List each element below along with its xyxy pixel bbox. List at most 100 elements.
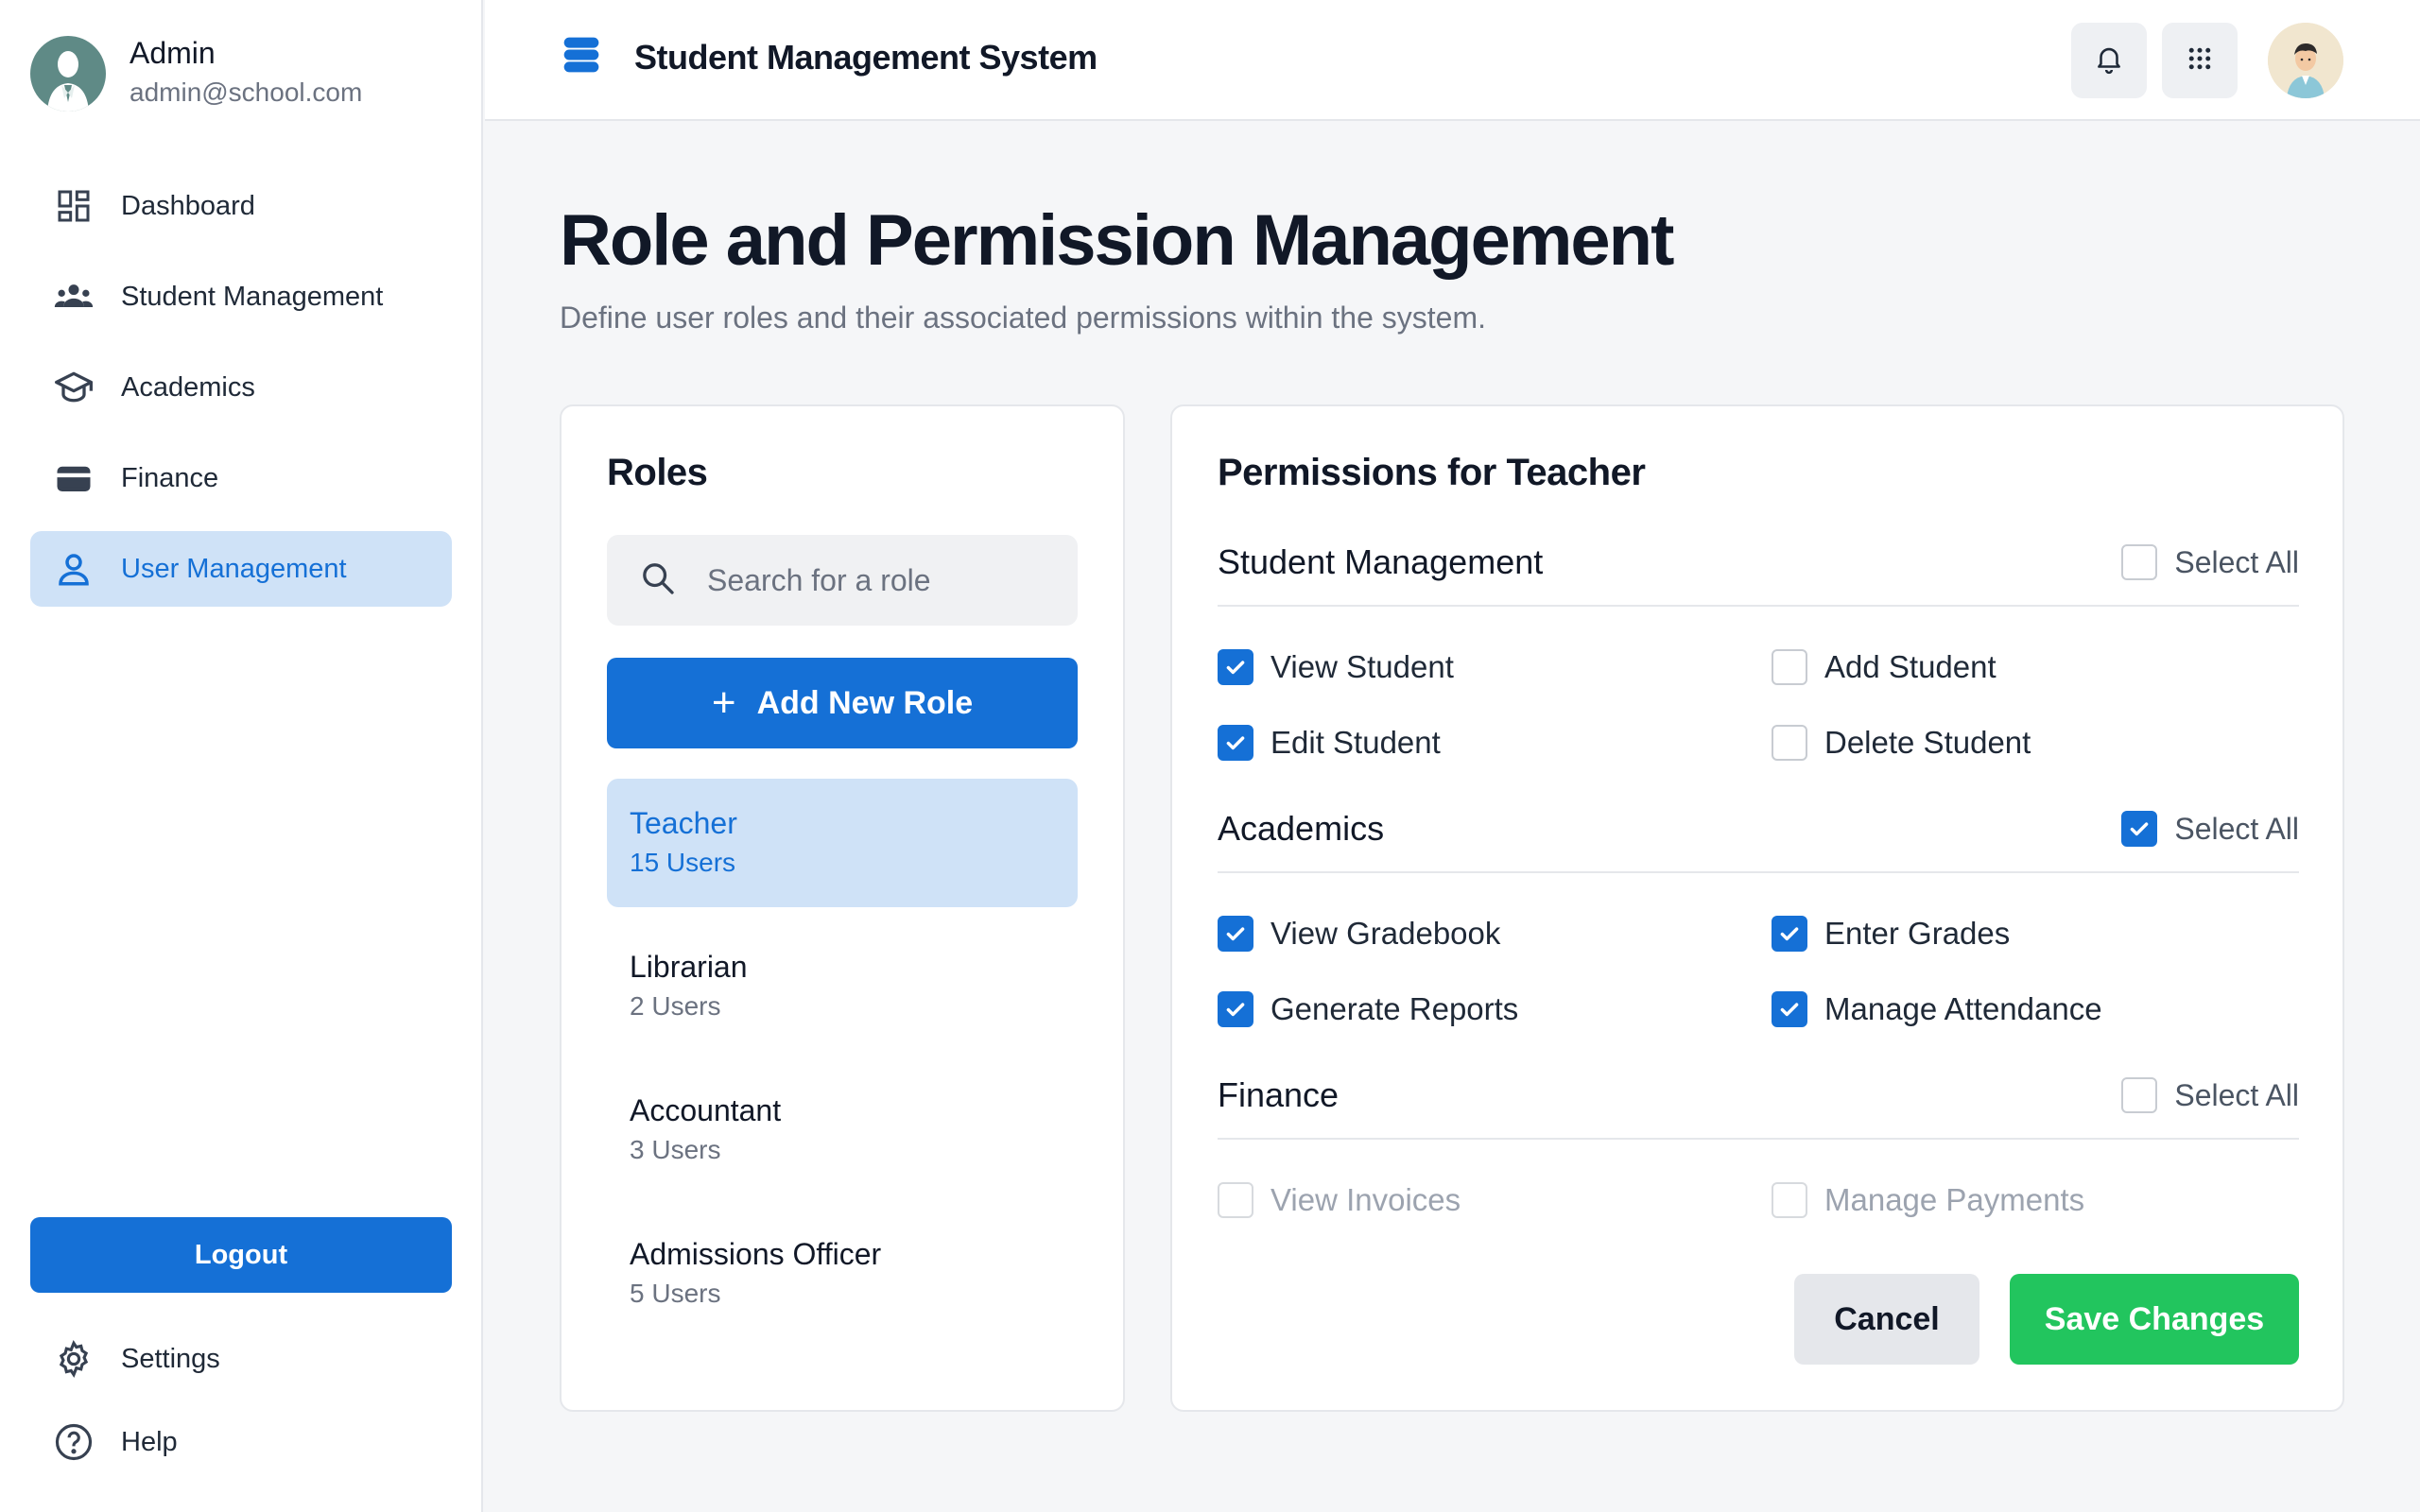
sidebar-item-academics[interactable]: Academics [30,350,452,425]
role-item-admissions-officer[interactable]: Admissions Officer 5 Users [607,1210,1078,1338]
user-name: Admin [130,36,216,70]
permissions-panel: Permissions for Teacher Student Manageme… [1170,404,2344,1412]
sidebar: Admin admin@school.com Dashboard Student… [0,0,483,1512]
sidebar-bottom-nav: Settings Help [30,1325,452,1491]
role-user-count: 2 Users [630,991,721,1021]
user-icon [53,548,95,590]
permission-edit-student[interactable]: Edit Student [1218,705,1772,781]
permission-section-finance: Finance Select All View Invoices Manage … [1218,1053,2299,1238]
sidebar-item-label: Help [121,1426,178,1457]
cancel-button[interactable]: Cancel [1794,1274,1979,1365]
sidebar-nav: Dashboard Student Management Academics F… [30,168,452,622]
permission-label: Manage Payments [1824,1182,2085,1217]
brand: Student Management System [561,34,1098,80]
notifications-button[interactable] [2071,23,2147,98]
app-title: Student Management System [634,37,1098,77]
header-avatar[interactable] [2268,23,2343,98]
apps-button[interactable] [2162,23,2238,98]
search-icon [639,559,677,602]
avatar [30,36,106,112]
top-header: Student Management System [485,0,2420,121]
permission-label: Edit Student [1270,725,1441,760]
permission-section-academics: Academics Select All View Gradebook Ente… [1218,786,2299,1047]
sidebar-item-help[interactable]: Help [30,1408,452,1476]
checkbox-checked[interactable] [1218,725,1253,761]
checkbox-checked[interactable] [1218,916,1253,952]
sidebar-item-label: Finance [121,462,219,493]
role-user-count: 3 Users [630,1135,721,1164]
permission-enter-grades[interactable]: Enter Grades [1772,896,2299,971]
select-all-checkbox[interactable]: Select All [2121,544,2299,580]
permission-label: Add Student [1824,649,1996,684]
select-all-checkbox[interactable]: Select All [2121,811,2299,847]
permission-label: View Invoices [1270,1182,1461,1217]
section-title: Finance [1218,1075,1340,1114]
permission-view-invoices[interactable]: View Invoices [1218,1162,1772,1238]
role-item-teacher[interactable]: Teacher 15 Users [607,779,1078,907]
add-role-button[interactable]: + Add New Role [607,658,1078,748]
section-title: Academics [1218,809,1385,848]
logout-button[interactable]: Logout [30,1217,452,1293]
permission-manage-attendance[interactable]: Manage Attendance [1772,971,2299,1047]
role-search [607,535,1078,626]
sidebar-item-settings[interactable]: Settings [30,1325,452,1393]
role-list: Teacher 15 Users Librarian 2 Users Accou… [607,779,1078,1353]
users-icon [53,276,95,318]
permission-generate-reports[interactable]: Generate Reports [1218,971,1772,1047]
checkbox-disabled[interactable] [1218,1182,1253,1218]
permission-add-student[interactable]: Add Student [1772,629,2299,705]
role-user-count: 5 Users [630,1279,721,1308]
save-changes-button[interactable]: Save Changes [2010,1274,2299,1365]
gear-icon [53,1338,95,1380]
user-profile: Admin admin@school.com [30,34,362,113]
sidebar-item-label: Academics [121,371,255,403]
graduation-cap-icon [53,367,95,408]
dashboard-icon [53,185,95,227]
checkbox-checked[interactable] [1772,916,1807,952]
checkbox-disabled[interactable] [1772,1182,1807,1218]
section-title: Student Management [1218,542,1544,581]
bell-icon [2093,43,2125,79]
sidebar-item-user-management[interactable]: User Management [30,531,452,607]
sidebar-item-label: User Management [121,553,347,584]
checkbox[interactable] [2121,544,2158,580]
select-all-label: Select All [2174,811,2299,846]
permission-label: Generate Reports [1270,991,1519,1026]
sidebar-item-label: Settings [121,1343,220,1374]
checkbox[interactable] [1772,649,1807,685]
permission-manage-payments[interactable]: Manage Payments [1772,1162,2299,1238]
permission-view-student[interactable]: View Student [1218,629,1772,705]
permission-label: Enter Grades [1824,916,2011,951]
checkbox-checked[interactable] [1772,991,1807,1027]
sidebar-item-finance[interactable]: Finance [30,440,452,516]
sidebar-item-student-management[interactable]: Student Management [30,259,452,335]
logo-icon [561,34,602,80]
permission-section-student-management: Student Management Select All View Stude… [1218,520,2299,781]
sidebar-item-label: Dashboard [121,190,255,221]
permission-label: Manage Attendance [1824,991,2102,1026]
checkbox[interactable] [1772,725,1807,761]
page-title: Role and Permission Management [560,200,1674,281]
roles-panel: Roles + Add New Role Teacher 15 Users Li… [560,404,1125,1412]
checkbox-checked[interactable] [2121,811,2158,847]
permission-view-gradebook[interactable]: View Gradebook [1218,896,1772,971]
checkbox[interactable] [2121,1077,2158,1113]
role-item-librarian[interactable]: Librarian 2 Users [607,922,1078,1051]
checkbox-checked[interactable] [1218,991,1253,1027]
grid-icon [2186,44,2214,77]
role-name: Teacher [630,806,737,840]
permission-label: Delete Student [1824,725,2031,760]
permission-delete-student[interactable]: Delete Student [1772,705,2299,781]
search-input[interactable] [707,562,1047,598]
page-subtitle: Define user roles and their associated p… [560,301,1486,335]
role-user-count: 15 Users [630,848,736,877]
checkbox-checked[interactable] [1218,649,1253,685]
sidebar-item-dashboard[interactable]: Dashboard [30,168,452,244]
role-item-accountant[interactable]: Accountant 3 Users [607,1066,1078,1194]
permission-label: View Student [1270,649,1454,684]
role-name: Admissions Officer [630,1237,882,1271]
wallet-icon [53,457,95,499]
select-all-checkbox[interactable]: Select All [2121,1077,2299,1113]
add-role-label: Add New Role [756,684,974,721]
plus-icon: + [711,679,736,726]
